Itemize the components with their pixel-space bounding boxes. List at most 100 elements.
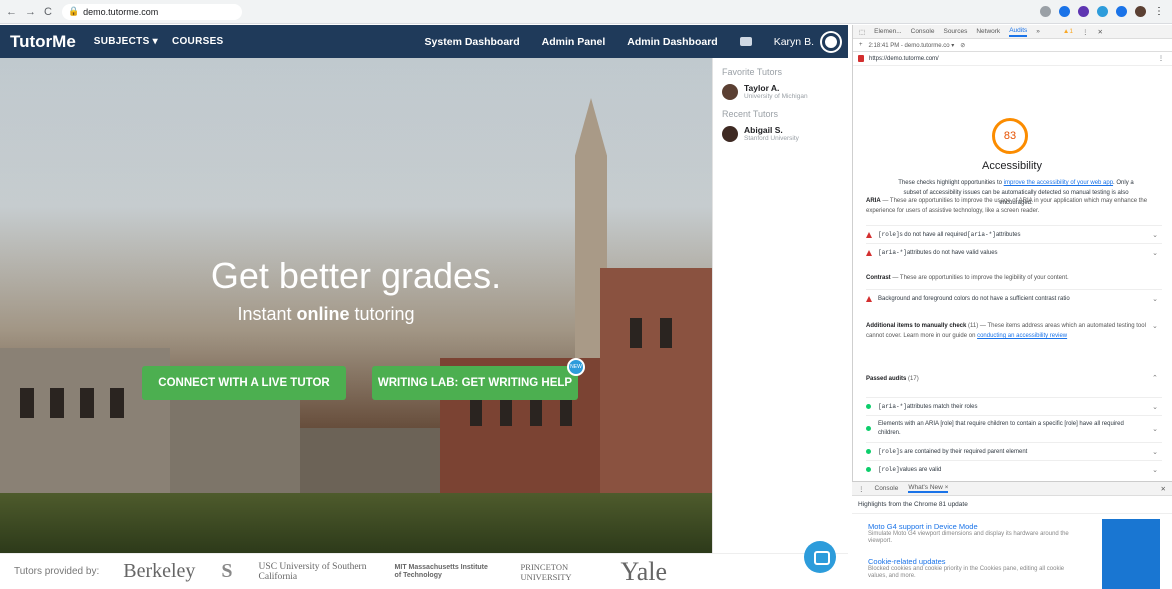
nav-admin-dashboard[interactable]: Admin Dashboard	[627, 36, 717, 48]
tab-network[interactable]: Network	[976, 28, 1000, 35]
window-illustration	[660, 318, 672, 348]
window-illustration	[20, 388, 34, 418]
profile-avatar-icon[interactable]	[1135, 6, 1146, 17]
chevron-up-icon[interactable]: ⌃	[1152, 374, 1158, 382]
chevron-down-icon[interactable]: ⌄	[1152, 466, 1158, 474]
chevron-down-icon[interactable]: ⌄	[1152, 403, 1158, 411]
pass-icon	[866, 467, 871, 472]
reload-icon[interactable]: C	[44, 6, 52, 18]
mit-logo: MIT Massachusetts Institute of Technolog…	[394, 563, 488, 579]
tutor-name: Abigail S.	[744, 125, 783, 135]
fail-icon	[866, 249, 872, 256]
audit-pass-item[interactable]: Elements with an ARIA [role] that requir…	[866, 415, 1162, 441]
nav-admin-panel[interactable]: Admin Panel	[542, 36, 606, 48]
report-menu-icon[interactable]: ⋮	[1158, 55, 1164, 62]
contrast-section-desc: Contrast — These are opportunities to im…	[866, 273, 1162, 283]
aria-heading: ARIA	[866, 198, 881, 204]
extension-icon[interactable]	[1097, 6, 1108, 17]
chevron-down-icon[interactable]: ⌄	[1152, 448, 1158, 456]
audit-text: Elements with an ARIA [role] that requir…	[878, 420, 1124, 436]
address-bar[interactable]: 🔒 demo.tutorme.com	[61, 3, 242, 20]
audit-code: [aria-*]	[878, 403, 907, 410]
audit-code: [aria-*]	[878, 249, 907, 256]
star-icon[interactable]	[1059, 6, 1070, 17]
nav-subjects[interactable]: SUBJECTS ▾	[94, 36, 158, 47]
forward-icon[interactable]: →	[25, 6, 36, 18]
tab-audits[interactable]: Audits	[1009, 27, 1028, 37]
passed-audits-header[interactable]: Passed audits (17)	[866, 374, 1162, 384]
chevron-down-icon[interactable]: ⌄	[1152, 322, 1158, 330]
tutor-avatar	[722, 125, 738, 142]
audited-url[interactable]: https://demo.tutorme.com/	[869, 56, 939, 62]
whats-new-item[interactable]: Cookie-related updates Blocked cookies a…	[868, 557, 1078, 580]
more-tabs-icon[interactable]: »	[1036, 28, 1040, 35]
audit-pass-item[interactable]: [aria-*] attributes match their roles ⌄	[866, 397, 1162, 415]
recent-tutors-heading: Recent Tutors	[722, 109, 779, 119]
window-illustration	[80, 388, 94, 418]
drawer-tab-whats-new[interactable]: What's New ×	[908, 484, 949, 493]
audit-pass-item[interactable]: [role] s are contained by their required …	[866, 442, 1162, 460]
user-name[interactable]: Karyn B.	[774, 36, 814, 48]
extension-icon[interactable]	[1078, 6, 1089, 17]
hero-banner: Get better grades. Instant online tutori…	[0, 58, 712, 553]
contrast-text: — These are opportunities to improve the…	[890, 275, 1069, 281]
window-illustration	[50, 388, 64, 418]
aria-section-desc: ARIA — These are opportunities to improv…	[866, 196, 1162, 216]
audit-fail-item[interactable]: [aria-*] attributes do not have valid va…	[866, 243, 1162, 261]
favorite-tutor-item[interactable]: Taylor A. University of Michigan	[722, 83, 848, 100]
chevron-down-icon[interactable]: ⌄	[1152, 231, 1158, 239]
back-icon[interactable]: ←	[6, 6, 17, 18]
inspect-icon[interactable]: ⬚	[859, 28, 865, 36]
recent-tutor-item[interactable]: Abigail S. Stanford University	[722, 125, 848, 142]
desc-text-a: These checks highlight opportunities to	[898, 180, 1004, 186]
close-drawer-icon[interactable]: ✕	[1161, 485, 1166, 493]
favorite-tutors-heading: Favorite Tutors	[722, 67, 783, 77]
audit-code2: [aria-*]	[967, 231, 996, 238]
audit-fail-item[interactable]: Background and foreground colors do not …	[866, 289, 1162, 307]
whats-new-heading: Highlights from the Chrome 81 update	[852, 496, 1172, 514]
window-illustration	[530, 398, 542, 426]
more-menu-icon[interactable]: ⋮	[1154, 6, 1164, 17]
browser-nav: ← → C	[0, 6, 52, 18]
tutorme-logo[interactable]: TutorMe	[10, 32, 76, 52]
close-devtools-icon[interactable]: ✕	[1097, 28, 1102, 36]
whats-new-title: Moto G4 support in Device Mode	[868, 522, 978, 531]
drawer-tab-console[interactable]: Console	[875, 485, 899, 492]
tab-console[interactable]: Console	[911, 28, 935, 35]
berkeley-logo: Berkeley	[123, 560, 196, 582]
improve-accessibility-link[interactable]: improve the accessibility of your web ap…	[1004, 180, 1113, 186]
audit-text: s do not have all required	[899, 231, 967, 238]
whats-new-item[interactable]: Moto G4 support in Device Mode Simulate …	[868, 522, 1078, 545]
nav-system-dashboard[interactable]: System Dashboard	[425, 36, 520, 48]
tab-sources[interactable]: Sources	[943, 28, 967, 35]
warning-count[interactable]: ▲1	[1063, 28, 1073, 35]
hero-sub-suffix: tutoring	[349, 304, 415, 324]
new-audit-icon[interactable]: +	[859, 42, 863, 48]
chevron-down-icon[interactable]: ⌄	[1152, 249, 1158, 257]
clear-icon[interactable]: ⊘	[960, 42, 965, 49]
manual-heading: Additional items to manually check	[866, 323, 967, 329]
lock-icon: 🔒	[67, 6, 80, 16]
accessibility-score-gauge: 83	[992, 118, 1028, 154]
tab-elements[interactable]: Elemen...	[874, 28, 901, 35]
audit-select[interactable]: 2:18:41 PM - demo.tutorme.co ▾	[869, 42, 955, 49]
audit-fail-item[interactable]: [role] s do not have all required [aria-*…	[866, 225, 1162, 243]
manual-check-section[interactable]: Additional items to manually check (11) …	[866, 321, 1146, 341]
audited-url-bar: https://demo.tutorme.com/ ⋮	[853, 52, 1172, 66]
drawer-menu-icon[interactable]: ⋮	[858, 485, 865, 493]
tutor-name: Taylor A.	[744, 83, 780, 93]
chevron-down-icon[interactable]: ⌄	[1152, 295, 1158, 303]
writing-lab-button[interactable]: WRITING LAB: GET WRITING HELP	[372, 366, 578, 400]
audit-pass-item[interactable]: [role] values are valid ⌄	[866, 460, 1162, 478]
accessibility-title: Accessibility	[982, 160, 1042, 172]
accessibility-review-link[interactable]: conducting an accessibility review	[977, 333, 1067, 339]
nav-courses[interactable]: COURSES	[172, 36, 224, 47]
settings-menu-icon[interactable]: ⋮	[1082, 28, 1089, 36]
chevron-down-icon[interactable]: ⌄	[1152, 425, 1158, 433]
chat-launcher-button[interactable]	[804, 541, 836, 573]
extension-icon[interactable]	[1116, 6, 1127, 17]
messages-icon[interactable]	[739, 37, 752, 46]
connect-live-tutor-button[interactable]: CONNECT WITH A LIVE TUTOR	[142, 366, 346, 400]
extension-icon[interactable]	[1040, 6, 1051, 17]
user-avatar[interactable]	[822, 32, 840, 51]
